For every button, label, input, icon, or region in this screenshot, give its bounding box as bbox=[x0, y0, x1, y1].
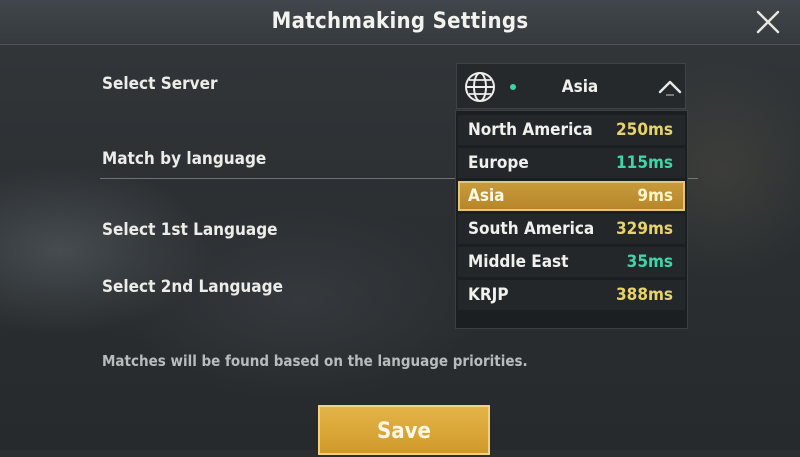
server-option-ping: 329ms bbox=[616, 219, 673, 239]
server-option-ping: 35ms bbox=[626, 252, 673, 272]
select-server-label: Select Server bbox=[102, 74, 218, 94]
match-by-language-label: Match by language bbox=[102, 149, 267, 169]
server-option-asia[interactable]: Asia 9ms bbox=[458, 181, 685, 211]
server-option-ping: 388ms bbox=[616, 285, 673, 305]
close-icon bbox=[756, 10, 780, 34]
server-option-north-america[interactable]: North America 250ms bbox=[458, 115, 685, 145]
server-dropdown: North America 250ms Europe 115ms Asia 9m… bbox=[455, 110, 688, 329]
chevron-up-icon bbox=[658, 80, 682, 96]
server-option-south-america[interactable]: South America 329ms bbox=[458, 214, 685, 244]
server-option-ping: 9ms bbox=[637, 186, 673, 206]
save-button[interactable]: Save bbox=[318, 405, 490, 455]
server-option-middle-east[interactable]: Middle East 35ms bbox=[458, 247, 685, 277]
server-option-name: KRJP bbox=[468, 285, 509, 305]
server-select[interactable]: Asia bbox=[456, 63, 686, 109]
globe-icon bbox=[465, 72, 495, 102]
server-option-ping: 250ms bbox=[616, 120, 673, 140]
server-option-name: Europe bbox=[468, 153, 529, 173]
save-button-label: Save bbox=[377, 419, 431, 444]
server-option-europe[interactable]: Europe 115ms bbox=[458, 148, 685, 178]
language-priority-hint: Matches will be found based on the langu… bbox=[102, 352, 528, 370]
select-second-language-label: Select 2nd Language bbox=[102, 277, 283, 297]
server-option-krjp[interactable]: KRJP 388ms bbox=[458, 280, 685, 310]
page-title: Matchmaking Settings bbox=[271, 9, 529, 34]
server-value: Asia bbox=[561, 77, 599, 97]
server-option-ping: 115ms bbox=[616, 153, 673, 173]
select-first-language-label: Select 1st Language bbox=[102, 220, 278, 240]
server-option-name: South America bbox=[468, 219, 595, 239]
server-option-name: Asia bbox=[468, 186, 505, 206]
server-option-name: North America bbox=[468, 120, 593, 140]
close-button[interactable] bbox=[750, 4, 786, 40]
server-option-name: Middle East bbox=[468, 252, 569, 272]
status-dot bbox=[510, 84, 516, 90]
